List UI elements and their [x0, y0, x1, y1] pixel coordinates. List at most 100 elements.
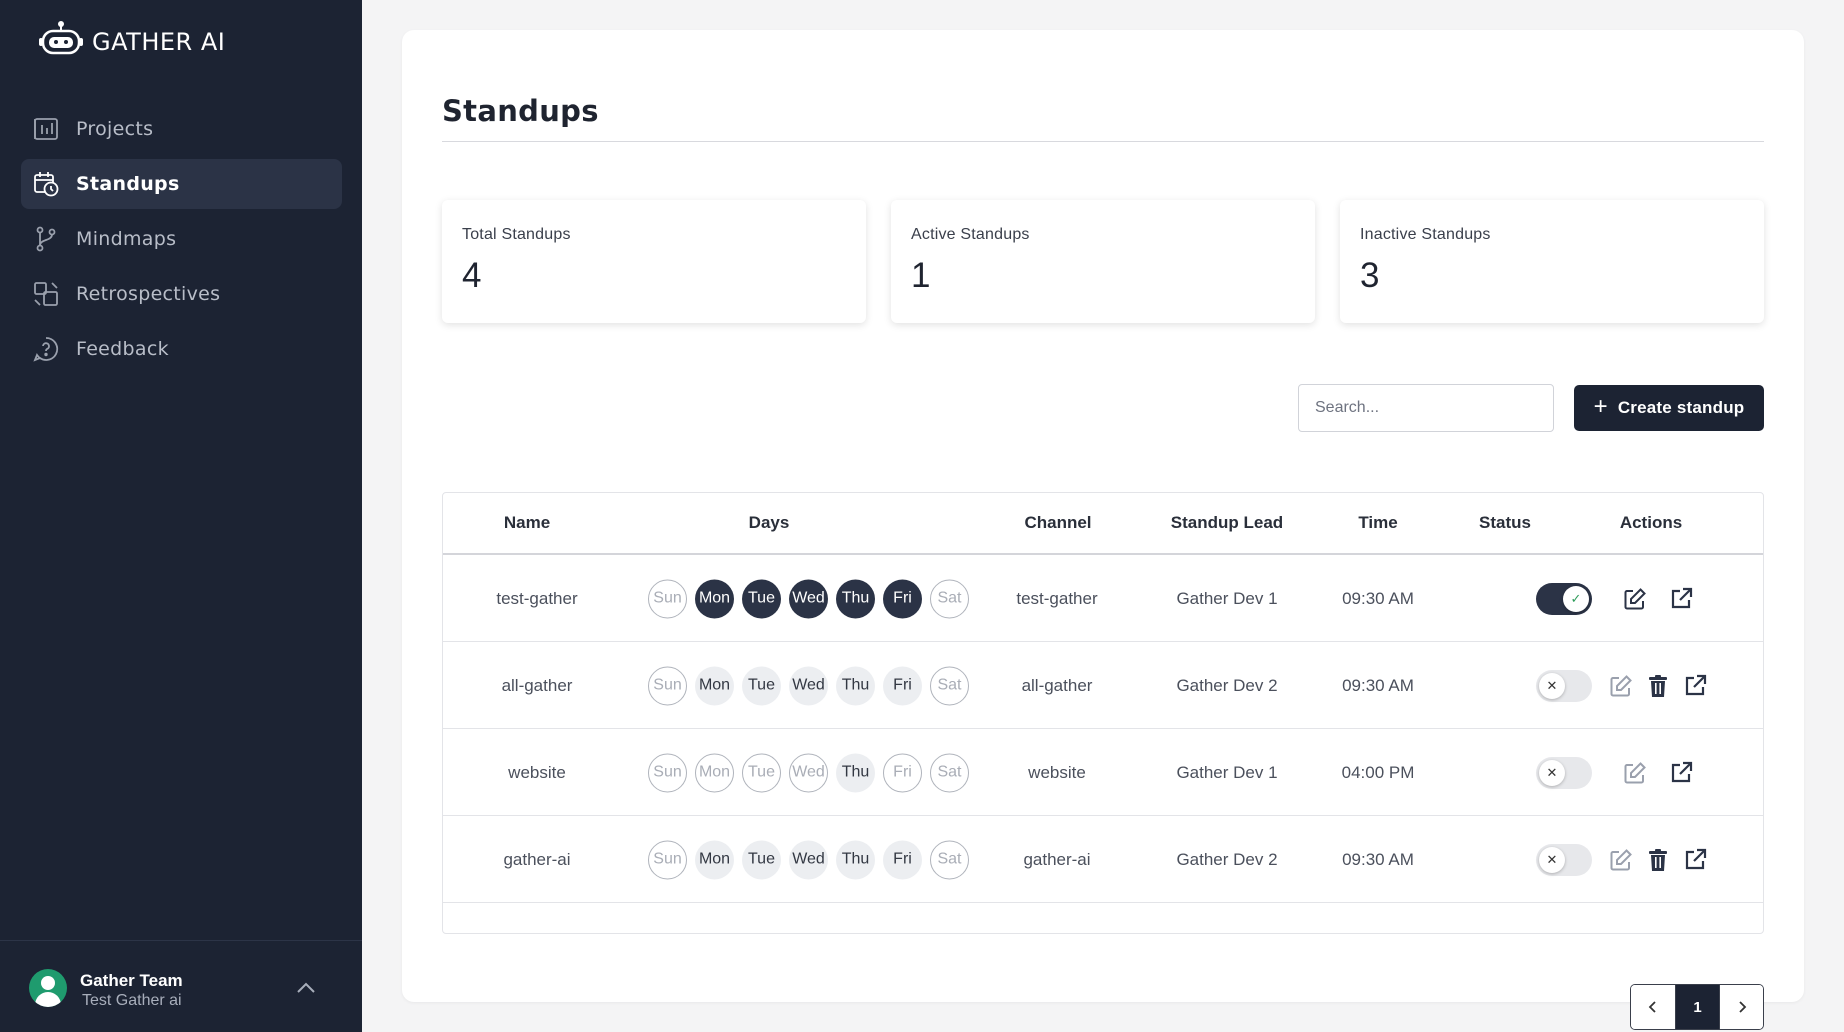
day-chip-fri: Fri — [883, 666, 922, 705]
sidebar-item-label: Standups — [76, 173, 180, 195]
next-page-button[interactable] — [1719, 985, 1763, 1029]
create-standup-button[interactable]: + Create standup — [1574, 385, 1764, 431]
stat-card-inactive: Inactive Standups 3 — [1340, 200, 1764, 323]
standup-lead: Gather Dev 1 — [1176, 588, 1278, 608]
x-icon: ✕ — [1539, 846, 1565, 873]
channel-name: website — [1028, 762, 1086, 782]
check-icon: ✓ — [1563, 585, 1589, 612]
chevron-left-icon — [1648, 1001, 1656, 1013]
robot-logo-icon — [39, 21, 83, 55]
plus-icon: + — [1593, 393, 1608, 420]
stat-card-total: Total Standups 4 — [442, 200, 866, 323]
sidebar: GATHER AI Projects Standups Mindmaps Ret… — [0, 0, 362, 1032]
day-chip-thu: Thu — [836, 666, 875, 705]
trash-icon[interactable] — [1645, 673, 1671, 699]
day-chip-tue: Tue — [742, 579, 781, 618]
stat-value: 3 — [1360, 256, 1380, 295]
sidebar-item-label: Feedback — [76, 338, 169, 360]
edit-icon[interactable] — [1608, 673, 1634, 699]
x-icon: ✕ — [1539, 672, 1565, 699]
prev-page-button[interactable] — [1631, 985, 1675, 1029]
day-chip-mon: Mon — [695, 579, 734, 618]
help-chat-icon — [31, 334, 61, 364]
edit-icon[interactable] — [1622, 760, 1648, 786]
day-chip-thu: Thu — [836, 579, 875, 618]
day-chip-sun: Sun — [648, 840, 687, 879]
sidebar-item-retrospectives[interactable]: Retrospectives — [21, 269, 342, 319]
channel-name: all-gather — [1021, 675, 1093, 695]
day-chip-tue: Tue — [742, 753, 781, 792]
pagination: 1 — [1630, 984, 1764, 1030]
day-chip-sun: Sun — [648, 666, 687, 705]
external-link-icon[interactable] — [1668, 586, 1694, 612]
user-org: Test Gather ai — [82, 992, 182, 1009]
day-selector: Sun Mon Tue Wed Thu Fri Sat — [648, 753, 969, 792]
stat-card-active: Active Standups 1 — [891, 200, 1315, 323]
sidebar-item-label: Retrospectives — [76, 283, 221, 305]
day-selector: Sun Mon Tue Wed Thu Fri Sat — [648, 579, 969, 618]
standup-name: all-gather — [501, 675, 573, 695]
day-chip-wed: Wed — [789, 840, 828, 879]
day-selector: Sun Mon Tue Wed Thu Fri Sat — [648, 666, 969, 705]
app-name: GATHER AI — [92, 28, 226, 56]
standups-table: Name Days Channel Standup Lead Time Stat… — [442, 492, 1764, 934]
day-chip-tue: Tue — [742, 666, 781, 705]
sidebar-item-mindmaps[interactable]: Mindmaps — [21, 214, 342, 264]
column-header-lead[interactable]: Standup Lead — [1171, 513, 1283, 533]
edit-icon[interactable] — [1622, 586, 1648, 612]
trash-icon[interactable] — [1645, 847, 1671, 873]
chart-board-icon — [31, 114, 61, 144]
stat-value: 1 — [911, 256, 931, 295]
day-chip-sat: Sat — [930, 753, 969, 792]
page-title: Standups — [442, 94, 599, 128]
column-header-name[interactable]: Name — [504, 513, 550, 533]
external-link-icon[interactable] — [1682, 673, 1708, 699]
day-chip-sat: Sat — [930, 579, 969, 618]
standup-time: 09:30 AM — [1342, 675, 1414, 695]
day-chip-mon: Mon — [695, 840, 734, 879]
column-header-channel[interactable]: Channel — [1024, 513, 1091, 533]
day-chip-mon: Mon — [695, 666, 734, 705]
chevron-right-icon — [1738, 1001, 1746, 1013]
standup-time: 09:30 AM — [1342, 849, 1414, 869]
channel-name: test-gather — [1016, 588, 1098, 608]
x-icon: ✕ — [1539, 759, 1565, 786]
sidebar-item-projects[interactable]: Projects — [21, 104, 342, 154]
external-link-icon[interactable] — [1668, 760, 1694, 786]
create-standup-label: Create standup — [1617, 398, 1745, 417]
day-chip-fri: Fri — [883, 840, 922, 879]
search-input[interactable] — [1298, 384, 1554, 432]
stat-label: Inactive Standups — [1360, 226, 1491, 243]
standup-name: gather-ai — [503, 849, 571, 869]
column-header-time[interactable]: Time — [1358, 513, 1397, 533]
stat-label: Active Standups — [911, 226, 1030, 243]
status-toggle[interactable]: ✕ — [1536, 756, 1592, 789]
day-chip-sun: Sun — [648, 753, 687, 792]
chevron-up-icon[interactable] — [296, 981, 316, 995]
page-button-current[interactable]: 1 — [1675, 985, 1719, 1029]
day-chip-thu: Thu — [836, 753, 875, 792]
shapes-icon — [31, 279, 61, 309]
status-toggle[interactable]: ✕ — [1536, 843, 1592, 876]
table-row: all-gather all-gather Gather Dev 2 09:30 AM… — [443, 643, 1763, 729]
standup-lead: Gather Dev 2 — [1176, 849, 1278, 869]
day-chip-sat: Sat — [930, 666, 969, 705]
standup-lead: Gather Dev 1 — [1176, 762, 1278, 782]
day-chip-tue: Tue — [742, 840, 781, 879]
sidebar-item-feedback[interactable]: Feedback — [21, 324, 342, 374]
status-toggle[interactable]: ✕ — [1536, 669, 1592, 702]
column-header-days[interactable]: Days — [749, 513, 790, 533]
day-chip-sun: Sun — [648, 579, 687, 618]
user-profile[interactable]: Gather Team Test Gather ai — [0, 940, 362, 1032]
external-link-icon[interactable] — [1682, 847, 1708, 873]
app-logo[interactable]: GATHER AI — [38, 20, 225, 58]
status-toggle[interactable]: ✓ — [1536, 582, 1592, 615]
day-chip-wed: Wed — [789, 666, 828, 705]
edit-icon[interactable] — [1608, 847, 1634, 873]
day-chip-fri: Fri — [883, 753, 922, 792]
column-header-actions: Actions — [1619, 513, 1683, 532]
column-header-status[interactable]: Status — [1479, 513, 1531, 533]
sidebar-item-standups[interactable]: Standups — [21, 159, 342, 209]
table-row: website website Gather Dev 1 04:00 PM Sun Mon… — [443, 730, 1763, 816]
day-chip-sat: Sat — [930, 840, 969, 879]
